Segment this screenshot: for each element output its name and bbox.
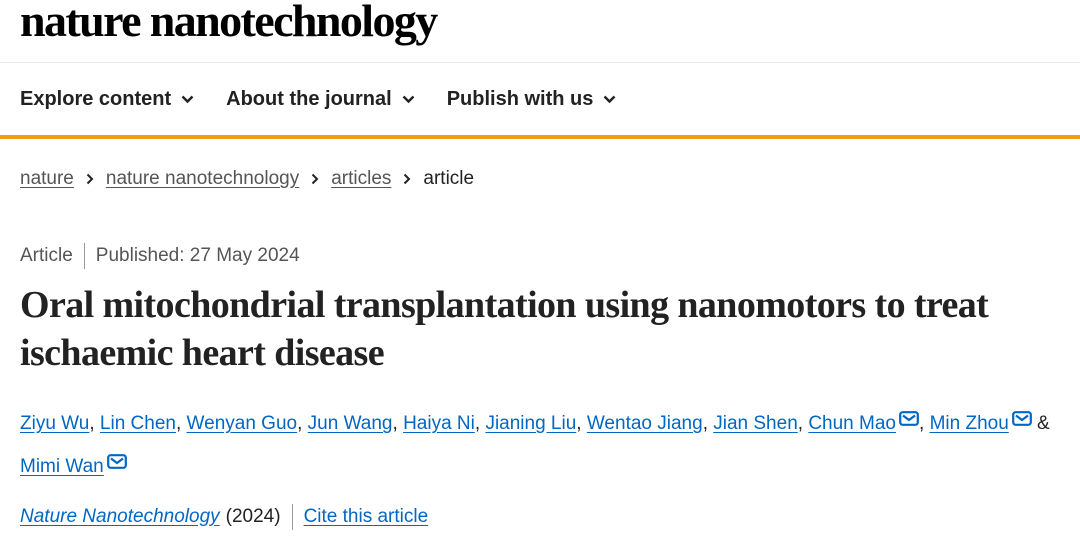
author-link[interactable]: Wenyan Guo	[187, 413, 298, 434]
nav-item-label: Explore content	[20, 87, 172, 110]
meta-divider	[83, 243, 85, 269]
breadcrumb-link-journal[interactable]: nature nanotechnology	[106, 168, 299, 190]
main-nav: Explore content About the journal Publis…	[0, 63, 1080, 139]
nav-explore-content[interactable]: Explore content	[20, 88, 194, 111]
published-date: Published: 27 May 2024	[95, 245, 300, 266]
journal-logo[interactable]: nature nanotechnology	[20, 0, 438, 47]
journal-link[interactable]: Nature Nanotechnology	[20, 506, 220, 528]
author-list: Ziyu Wu, Lin Chen, Wenyan Guo, Jun Wang,…	[20, 401, 1060, 487]
author-item: Ziyu Wu,	[20, 413, 100, 434]
chevron-right-icon	[311, 173, 319, 185]
author-link[interactable]: Jun Wang	[308, 413, 393, 434]
breadcrumb-current: article	[423, 168, 475, 189]
envelope-icon[interactable]	[899, 401, 919, 441]
author-item: Jianing Liu,	[485, 413, 587, 434]
author-link[interactable]: Ziyu Wu	[20, 413, 89, 434]
author-link[interactable]: Jianing Liu	[485, 413, 576, 434]
author-item: Wenyan Guo,	[186, 413, 308, 434]
article-meta: Article Published: 27 May 2024	[20, 243, 300, 269]
chevron-down-icon	[181, 95, 194, 104]
nav-item-label: Publish with us	[446, 87, 594, 110]
envelope-icon[interactable]	[106, 444, 127, 484]
author-conjunction: &	[1037, 413, 1050, 434]
publication-year: (2024)	[225, 506, 281, 527]
citation-divider	[291, 504, 293, 530]
author-item: Lin Chen,	[99, 413, 187, 434]
envelope-icon[interactable]	[1011, 401, 1032, 441]
breadcrumb-link-articles[interactable]: articles	[331, 168, 391, 190]
chevron-down-icon	[402, 95, 415, 104]
masthead: nature nanotechnology	[0, 0, 1080, 63]
author-item: Wentao Jiang,	[586, 413, 714, 434]
author-item: Chun Mao,	[808, 411, 929, 434]
author-link[interactable]: Min Zhou	[930, 413, 1009, 434]
chevron-right-icon	[403, 173, 411, 185]
author-item: Min Zhou &	[930, 411, 1050, 434]
author-item: Mimi Wan	[20, 454, 127, 477]
nav-publish-with-us[interactable]: Publish with us	[447, 88, 617, 111]
chevron-down-icon	[603, 95, 616, 104]
author-link[interactable]: Mimi Wan	[20, 456, 104, 477]
author-item: Haiya Ni,	[403, 413, 486, 434]
chevron-right-icon	[86, 173, 94, 185]
author-link[interactable]: Lin Chen	[100, 413, 176, 434]
author-link[interactable]: Wentao Jiang	[587, 413, 703, 434]
breadcrumb-link-nature[interactable]: nature	[20, 168, 74, 190]
author-link[interactable]: Chun Mao	[808, 413, 896, 434]
article-title: Oral mitochondrial transplantation using…	[20, 284, 989, 374]
nav-item-label: About the journal	[226, 87, 392, 110]
nav-about-the-journal[interactable]: About the journal	[226, 88, 415, 111]
breadcrumb: nature nature nanotechnology articles ar…	[20, 168, 474, 190]
author-link[interactable]: Jian Shen	[713, 413, 798, 434]
article-type: Article	[20, 245, 73, 266]
citation-line: Nature Nanotechnology (2024) Cite this a…	[20, 504, 428, 530]
author-item: Jun Wang,	[307, 413, 404, 434]
cite-article-link[interactable]: Cite this article	[304, 506, 429, 528]
author-item: Jian Shen,	[713, 413, 809, 434]
author-link[interactable]: Haiya Ni	[403, 413, 475, 434]
